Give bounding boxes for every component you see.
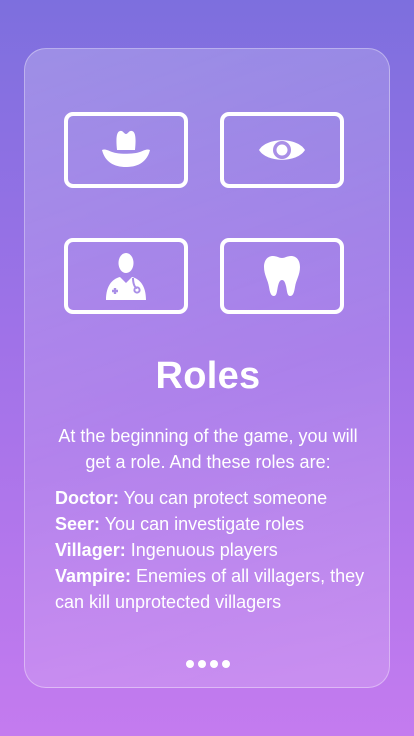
- list-item: Villager: Ingenuous players: [55, 537, 375, 563]
- page-dot[interactable]: [222, 660, 230, 668]
- roles-card: Roles At the beginning of the game, you …: [24, 48, 390, 688]
- eye-icon: [259, 140, 305, 160]
- role-tile-vampire[interactable]: [220, 238, 344, 314]
- role-name: Doctor:: [55, 488, 119, 508]
- page-dot[interactable]: [198, 660, 206, 668]
- role-description: Ingenuous players: [125, 540, 278, 560]
- role-name: Villager:: [55, 540, 126, 560]
- cowboy-hat-icon: [102, 130, 150, 167]
- page-dot[interactable]: [210, 660, 218, 668]
- page-indicator: [25, 660, 391, 668]
- role-description: You can protect someone: [119, 488, 328, 508]
- role-description: You can investigate roles: [100, 514, 305, 534]
- role-tile-doctor[interactable]: [64, 238, 188, 314]
- role-list: Doctor: You can protect someone Seer: Yo…: [55, 485, 375, 615]
- page-dot[interactable]: [186, 660, 194, 668]
- intro-text: At the beginning of the game, you will g…: [58, 426, 358, 472]
- role-name: Seer:: [55, 514, 101, 534]
- role-name: Vampire:: [55, 566, 132, 586]
- role-tile-villager[interactable]: [64, 112, 188, 188]
- role-tile-seer[interactable]: [220, 112, 344, 188]
- role-icon-grid: [64, 112, 352, 322]
- tooth-icon: [264, 256, 300, 296]
- list-item: Seer: You can investigate roles: [55, 511, 375, 537]
- page-title: Roles: [155, 355, 261, 397]
- list-item: Vampire: Enemies of all villagers, they …: [55, 563, 375, 615]
- list-item: Doctor: You can protect someone: [55, 485, 375, 511]
- doctor-icon: [106, 253, 146, 300]
